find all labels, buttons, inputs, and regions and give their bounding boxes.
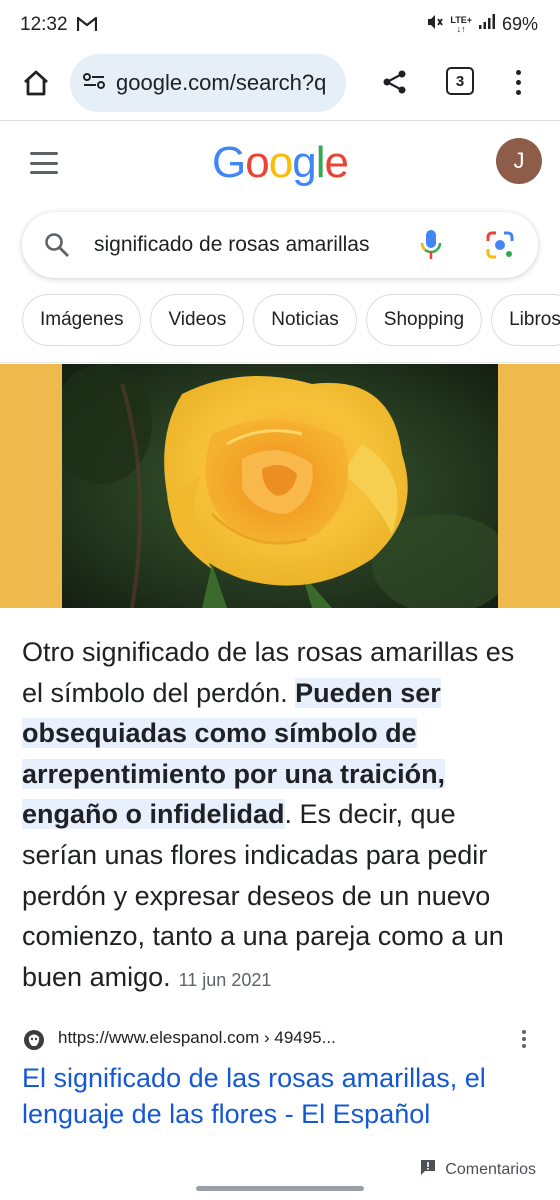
- account-avatar[interactable]: J: [496, 138, 542, 184]
- site-settings-icon[interactable]: [82, 71, 106, 96]
- more-dot: [515, 69, 521, 75]
- chip-shopping[interactable]: Shopping: [365, 294, 483, 346]
- home-button[interactable]: [18, 65, 54, 101]
- feedback-label: Comentarios: [445, 1160, 536, 1178]
- chip-noticias[interactable]: Noticias: [253, 294, 357, 346]
- menu-line: [30, 161, 58, 165]
- more-dot: [522, 1037, 526, 1041]
- browser-toolbar: google.com/search?q 3: [0, 52, 560, 118]
- share-button[interactable]: [378, 65, 412, 99]
- featured-snippet: Otro significado de las rosas amarillas …: [22, 632, 538, 1000]
- battery-level: 69%: [501, 14, 538, 34]
- yellow-rose-image[interactable]: [62, 364, 498, 608]
- snippet-date: 11 jun 2021: [178, 969, 272, 990]
- google-logo[interactable]: Google: [212, 138, 349, 188]
- network-type: LTE+ ↓↑: [450, 14, 472, 34]
- menu-line: [30, 171, 58, 174]
- chip-libros[interactable]: Libros: [491, 294, 560, 346]
- search-filter-chips: Imágenes Videos Noticias Shopping Libros: [22, 294, 560, 346]
- chip-videos[interactable]: Videos: [150, 294, 245, 346]
- address-bar[interactable]: google.com/search?q: [70, 54, 346, 112]
- result-source-url[interactable]: https://www.elespanol.com › 49495...: [58, 1028, 336, 1048]
- voice-search-icon[interactable]: [418, 228, 444, 267]
- share-icon: [383, 70, 406, 94]
- featured-image-band: [0, 364, 560, 608]
- home-icon: [24, 70, 48, 96]
- feedback-icon: [419, 1158, 437, 1181]
- search-box[interactable]: significado de rosas amarillas: [22, 212, 538, 278]
- more-dot: [522, 1030, 526, 1034]
- more-dot: [522, 1044, 526, 1048]
- chip-imagenes[interactable]: Imágenes: [22, 294, 142, 346]
- toolbar-divider: [0, 120, 560, 121]
- home-indicator[interactable]: [196, 1186, 364, 1191]
- search-icon: [44, 232, 70, 263]
- mute-icon: [426, 13, 444, 36]
- tab-switcher-button[interactable]: 3: [446, 67, 474, 95]
- more-dot: [515, 79, 521, 85]
- main-menu-button[interactable]: [30, 152, 58, 174]
- search-input[interactable]: significado de rosas amarillas: [94, 233, 420, 257]
- gmail-notification-icon: [76, 16, 98, 37]
- status-bar: 12:32 LTE+ ↓↑ 69%: [0, 0, 560, 52]
- menu-line: [30, 152, 58, 155]
- section-divider: [0, 362, 560, 363]
- more-dot: [515, 89, 521, 95]
- more-menu-button[interactable]: [506, 64, 530, 100]
- result-title-link[interactable]: El significado de las rosas amarillas, e…: [22, 1060, 538, 1132]
- lens-search-icon[interactable]: [484, 229, 516, 266]
- status-indicators: LTE+ ↓↑ 69%: [426, 13, 538, 36]
- url-text: google.com/search?q: [116, 70, 327, 95]
- result-options-button[interactable]: [522, 1030, 526, 1048]
- signal-icon: [478, 14, 496, 35]
- feedback-button[interactable]: Comentarios: [419, 1158, 536, 1181]
- elespanol-favicon-icon: [22, 1028, 46, 1052]
- status-time: 12:32: [20, 14, 68, 35]
